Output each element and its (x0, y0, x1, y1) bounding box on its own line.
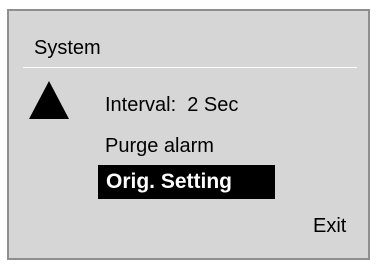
lcd-screen: System Interval: 2 Sec Purge alarm Orig.… (7, 9, 370, 260)
menu-item-purge-alarm[interactable]: Purge alarm (105, 134, 214, 158)
up-triangle-icon[interactable] (29, 81, 69, 119)
menu-item-orig-setting[interactable]: Orig. Setting (98, 165, 275, 199)
title-divider (23, 67, 357, 68)
page-title: System (34, 37, 101, 59)
exit-button[interactable]: Exit (313, 214, 346, 238)
menu-item-interval[interactable]: Interval: 2 Sec (105, 93, 238, 117)
